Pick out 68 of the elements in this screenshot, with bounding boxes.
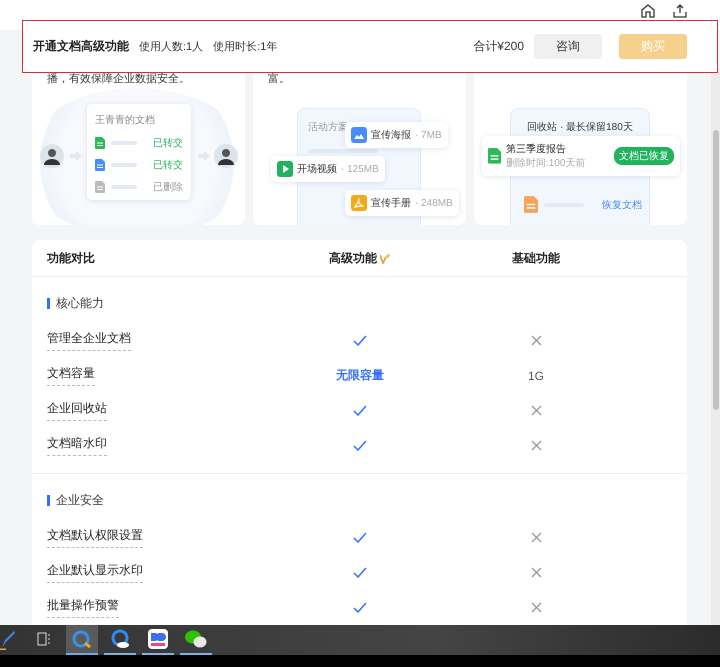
feature-name: 企业回收站: [47, 400, 107, 421]
section-title: 核心能力: [47, 298, 272, 308]
check-icon: [353, 404, 367, 416]
dd-app-icon[interactable]: [148, 629, 168, 649]
report-name: 第三季度报告: [506, 142, 567, 156]
document-status: 已转交: [153, 136, 183, 150]
feature-name: 管理全企业文档: [47, 330, 131, 351]
feature-name: 文档暗水印: [47, 435, 107, 456]
cloud-app-icon[interactable]: [110, 629, 130, 649]
file-size: · 248MB: [415, 198, 453, 208]
total-price: 合计¥200: [473, 38, 524, 55]
file-icon: [524, 196, 538, 213]
browser-app-icon[interactable]: [72, 629, 92, 649]
home-icon[interactable]: [640, 3, 656, 19]
cross-icon: [530, 405, 542, 416]
check-icon: [353, 566, 367, 578]
file-name: 开场视频: [297, 162, 337, 176]
chat-app-icon[interactable]: [185, 629, 207, 649]
column-header: 高级功能: [329, 250, 377, 266]
share-icon[interactable]: [672, 3, 688, 19]
task-view-icon[interactable]: [37, 632, 51, 646]
duration: 使用时长:1年: [213, 40, 278, 54]
sheet-file-icon: [488, 148, 501, 164]
restored-badge: 文档已恢复: [614, 147, 674, 165]
check-icon: [353, 532, 367, 544]
pdf-icon: [351, 195, 367, 211]
cross-icon: [530, 602, 542, 613]
value-text: 无限容量: [336, 367, 384, 384]
feature-description: 播，有效保障企业数据安全。: [46, 72, 191, 87]
cross-icon: [530, 567, 542, 578]
deleted-time: 删除时间:100天前: [506, 156, 586, 170]
play-icon: [277, 161, 293, 177]
file-file-icon: [95, 181, 105, 193]
document-status: 已删除: [153, 181, 183, 194]
cross-icon: [530, 532, 542, 543]
feature-description: 富。: [267, 72, 291, 87]
section-title: 企业安全: [47, 494, 272, 506]
feature-name: 企业默认显示水印: [47, 562, 143, 583]
consult-button[interactable]: 咨询: [534, 34, 602, 59]
avatar-icon: [214, 144, 238, 168]
pen-icon[interactable]: [0, 630, 16, 650]
document-status: 已转交: [153, 158, 183, 172]
restore-link[interactable]: 恢复文档: [602, 198, 642, 212]
image-icon: [351, 127, 367, 143]
file-name: 宣传手册: [371, 196, 411, 210]
sparkle-icon: [380, 252, 391, 264]
file-size: · 125MB: [341, 164, 379, 174]
check-icon: [353, 440, 367, 452]
feature-name: 文档默认权限设置: [47, 527, 143, 548]
panel-title: 回收站 · 最长保留180天: [527, 122, 633, 133]
file-size: · 7MB: [415, 130, 442, 140]
user-count: 使用人数:1人: [139, 40, 204, 54]
sheet-file-icon: [95, 137, 105, 149]
column-header: 功能对比: [47, 250, 95, 266]
avatar-icon: [40, 144, 64, 168]
check-icon: [353, 334, 367, 346]
check-icon: [353, 602, 367, 614]
purchase-title: 开通文档高级功能: [33, 38, 129, 55]
feature-name: 批量操作预警: [47, 597, 119, 618]
cross-icon: [530, 440, 542, 451]
doc-file-icon: [95, 159, 105, 171]
feature-name: 文档容量: [47, 365, 95, 386]
scrollbar-thumb[interactable]: [713, 130, 719, 410]
file-name: 宣传海报: [371, 128, 411, 142]
document-owner: 王青青的文档: [95, 115, 155, 126]
column-header: 基础功能: [512, 250, 560, 266]
value-text: 1G: [528, 368, 544, 382]
cross-icon: [530, 335, 542, 346]
